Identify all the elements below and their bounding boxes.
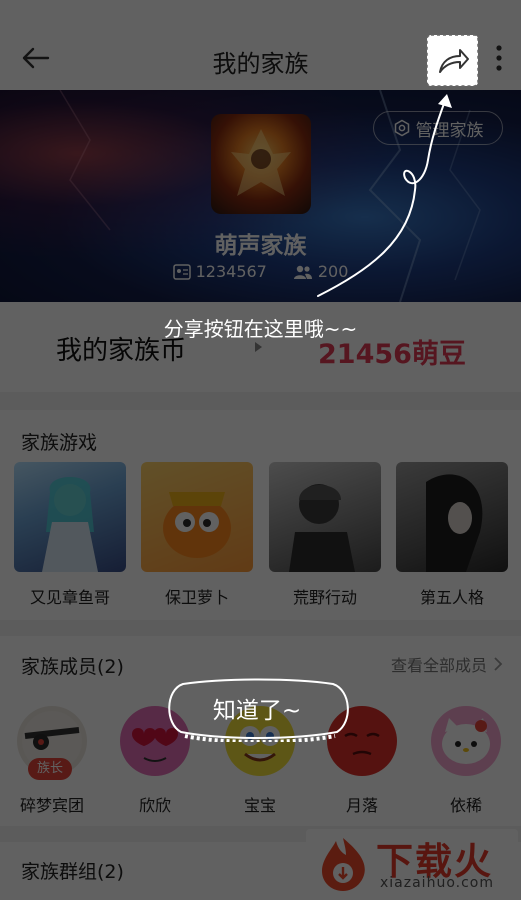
groups-section-title: 家族群组(2) (21, 861, 124, 883)
member-count: 200 (317, 262, 349, 281)
watermark-domain: xiazaihuo.com (380, 875, 494, 891)
kitty-avatar-image (442, 718, 490, 764)
dragon-knight-image (231, 129, 291, 196)
games-section-title: 家族游戏 (21, 432, 98, 454)
manage-family-button[interactable]: 管理家族 (373, 111, 503, 145)
settings-icon (394, 119, 409, 137)
game-card[interactable]: 又见章鱼哥 (14, 462, 126, 608)
member-name: 依稀 (449, 796, 482, 815)
view-all-label: 查看全部成员 (390, 656, 487, 675)
member-name: 月落 (345, 796, 378, 815)
family-id-stat: 1234567 (172, 262, 267, 281)
family-avatar (211, 114, 311, 214)
game-thumb-fantasy (14, 462, 126, 572)
members-section-title: 家族成员(2) (21, 656, 124, 678)
game-card[interactable]: 保卫萝卜 (141, 462, 253, 608)
game-card[interactable]: 第五人格 (396, 462, 508, 608)
member-item[interactable]: 依稀 (426, 706, 506, 816)
member-count-stat: 200 (293, 262, 349, 281)
soldier-image (289, 484, 355, 572)
game-name: 保卫萝卜 (164, 588, 229, 607)
share-button[interactable] (426, 34, 479, 87)
carrot-mascot-image (163, 492, 231, 558)
more-vertical-icon (496, 45, 502, 71)
chevron-right-icon (494, 657, 503, 671)
share-icon (426, 34, 479, 87)
family-id: 1234567 (195, 262, 267, 281)
share-hint-text: 分享按钮在这里哦~~ (163, 317, 358, 341)
game-name: 荒野行动 (292, 588, 357, 607)
manage-family-label: 管理家族 (415, 120, 484, 141)
fantasy-character-image (42, 477, 98, 572)
game-name: 第五人格 (419, 588, 484, 607)
more-button[interactable] (488, 40, 510, 76)
member-name: 宝宝 (243, 796, 276, 815)
got-it-button[interactable]: 知道了~ (163, 676, 351, 742)
member-name: 欣欣 (138, 796, 171, 815)
family-name: 萌声家族 (214, 233, 307, 259)
people-icon (293, 265, 312, 279)
game-card[interactable]: 荒野行动 (269, 462, 381, 608)
view-all-members-link[interactable]: 查看全部成员 (391, 652, 503, 676)
site-watermark: 下载火 xiazaihuo.com (306, 829, 518, 899)
leader-badge: 族长 (28, 758, 72, 780)
family-stats: 1234567 200 (0, 262, 521, 281)
flame-logo-icon (322, 838, 365, 891)
game-thumb-soldier (269, 462, 381, 572)
member-avatar (431, 706, 501, 776)
game-thumb-carrot (141, 462, 253, 572)
game-name: 又见章鱼哥 (29, 588, 110, 607)
id-card-icon (172, 263, 191, 280)
member-item[interactable]: 族长 碎梦宾团 (12, 706, 92, 816)
member-name: 碎梦宾团 (19, 796, 84, 815)
game-thumb-horror (396, 462, 508, 572)
got-it-label: 知道了~ (212, 698, 302, 724)
arrow-right-icon (255, 342, 262, 352)
gothic-character-image (426, 474, 483, 572)
